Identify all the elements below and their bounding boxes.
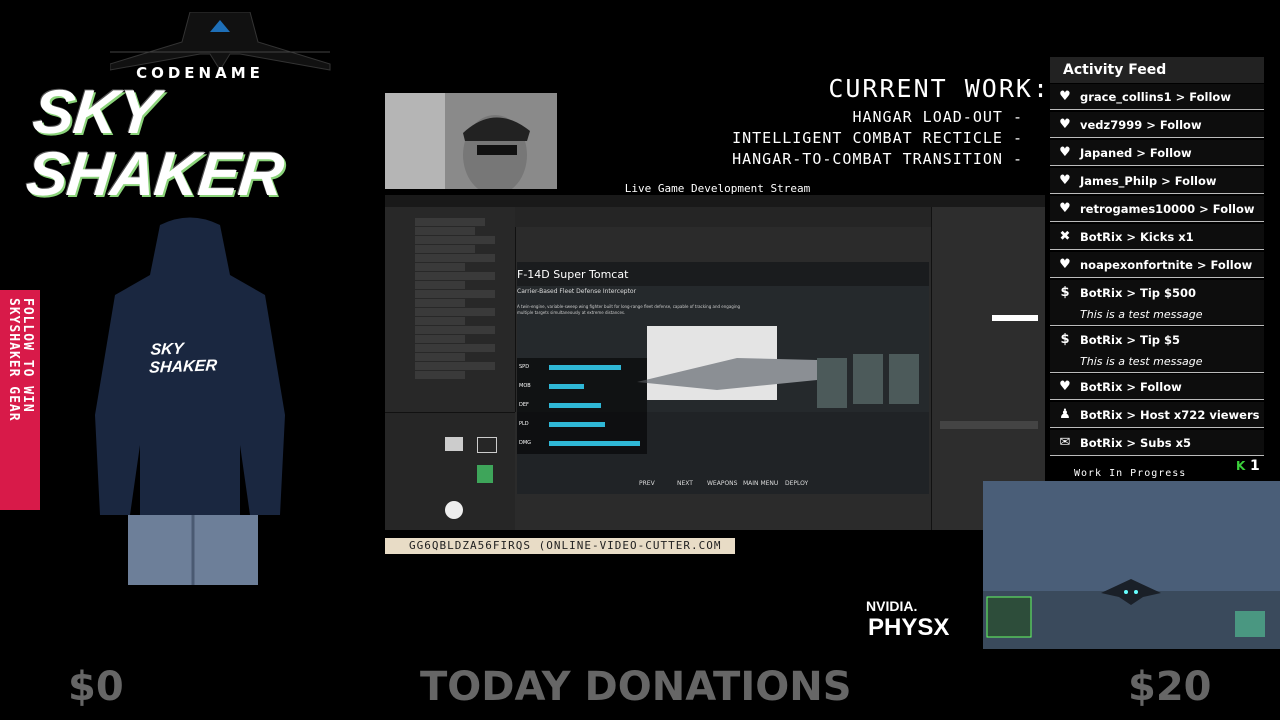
activity-feed-text: BotRix > Follow [1080, 380, 1182, 394]
activity-feed-text: retrogames10000 > Follow [1080, 202, 1255, 216]
nvidia-logo: NVIDIA. [866, 598, 918, 614]
activity-feed-text: Japaned > Follow [1080, 146, 1192, 160]
activity-feed-title: Activity Feed [1050, 57, 1264, 83]
hoodie-print-text: SKY SHAKER [148, 340, 218, 377]
stat-label: DMG [519, 440, 532, 446]
deploy-button[interactable]: DEPLOY [785, 480, 808, 487]
activity-feed-message: This is a test message [1080, 355, 1203, 368]
activity-feed-item: $ BotRix > Tip $5 This is a test message [1050, 327, 1264, 373]
hierarchy-panel[interactable] [385, 207, 516, 412]
webcam-feed [385, 93, 557, 189]
stat-label: MOB [519, 383, 531, 389]
activity-feed-text: vedz7999 > Follow [1080, 118, 1202, 132]
stat-bar [549, 403, 601, 408]
activity-feed-text: BotRix > Subs x5 [1080, 436, 1191, 450]
activity-feed-item: ♥ James_Philp > Follow [1050, 168, 1264, 194]
current-work-title: CURRENT WORK: [828, 74, 1050, 103]
stat-bar [549, 384, 584, 389]
activity-feed-text: BotRix > Tip $5 [1080, 333, 1181, 347]
activity-feed-text: grace_collins1 > Follow [1080, 90, 1231, 104]
money-icon: $ [1060, 285, 1070, 300]
activity-feed-item: ♥ grace_collins1 > Follow [1050, 84, 1264, 110]
activity-feed-item: ✖ BotRix > Kicks x1 [1050, 224, 1264, 250]
activity-feed-item: ♥ noapexonfortnite > Follow [1050, 252, 1264, 278]
stats-panel: SPD MOB DEF PLD DMG [517, 358, 647, 454]
logo-title: SKY SHAKER [23, 78, 287, 209]
activity-feed-item: ♥ Japaned > Follow [1050, 140, 1264, 166]
stat-label: DEF [519, 402, 529, 408]
stat-label: PLD [519, 421, 529, 427]
donations-label: TODAY DONATIONS [420, 664, 852, 710]
stat-bar [549, 441, 640, 446]
current-work-item: INTELLIGENT COMBAT RECTICLE - [732, 129, 1023, 147]
kick-icon: ✖ [1059, 229, 1071, 244]
heart-icon: ♥ [1059, 89, 1071, 104]
follow-banner: FOLLOW TO WIN SKYSHAKER GEAR [0, 290, 40, 510]
stream-title: Live Game Development Stream [624, 182, 811, 195]
game-view: F-14D Super Tomcat Carrier-Based Fleet D… [517, 262, 929, 494]
aircraft-subtitle: Carrier-Based Fleet Defense Interceptor [517, 288, 637, 295]
activity-feed-text: noapexonfortnite > Follow [1080, 258, 1253, 272]
banner-line-2: SKYSHAKER GEAR [6, 298, 21, 422]
ticker-text: GG6QBLDZA56FIRQS (ONLINE-VIDEO-CUTTER.CO… [385, 538, 735, 554]
hoodie-person-image [95, 217, 285, 585]
gift-icon: ✉ [1059, 435, 1071, 450]
aircraft-description: A twin-engine, variable-sweep wing fight… [517, 304, 741, 315]
people-icon: ♟ [1059, 407, 1071, 422]
activity-feed-text: BotRix > Tip $500 [1080, 286, 1197, 300]
wip-label: Work In Progress [1074, 468, 1187, 479]
prev-button[interactable]: PREV [639, 480, 655, 487]
heart-icon: ♥ [1059, 379, 1071, 394]
current-work-item: HANGAR-TO-COMBAT TRANSITION - [732, 150, 1023, 168]
stat-bar [549, 365, 621, 370]
activity-feed-item: ♥ vedz7999 > Follow [1050, 112, 1264, 138]
donations-current: $0 [68, 664, 124, 710]
activity-feed-item: ✉ BotRix > Subs x5 [1050, 430, 1264, 456]
editor-toolbar[interactable] [385, 195, 1045, 207]
physx-logo: PHYSX [868, 614, 950, 641]
wip-count: 1 [1250, 458, 1260, 474]
activity-feed-text: James_Philp > Follow [1080, 174, 1217, 188]
stat-bar [549, 422, 605, 427]
activity-feed-item: ♥ retrogames10000 > Follow [1050, 196, 1264, 222]
game-tab-bar[interactable] [515, 207, 931, 227]
aircraft-title: F-14D Super Tomcat [517, 268, 629, 281]
donations-goal: $20 [1128, 664, 1212, 710]
weapons-button[interactable]: WEAPONS [707, 480, 737, 487]
banner-line-1: FOLLOW TO WIN [20, 298, 35, 413]
activity-feed-text: BotRix > Kicks x1 [1080, 230, 1194, 244]
activity-feed-message: This is a test message [1080, 308, 1203, 321]
activity-feed-text: BotRix > Host x722 viewers [1080, 408, 1260, 422]
stat-label: SPD [519, 364, 530, 370]
heart-icon: ♥ [1059, 201, 1071, 216]
activity-feed-item: $ BotRix > Tip $500 This is a test message [1050, 280, 1264, 326]
heart-icon: ♥ [1059, 145, 1071, 160]
main-menu-button[interactable]: MAIN MENU [743, 480, 778, 487]
project-panel[interactable] [385, 412, 515, 530]
activity-feed-item: ♥ BotRix > Follow [1050, 374, 1264, 400]
kick-logo-icon: K [1236, 459, 1246, 473]
next-button[interactable]: NEXT [677, 480, 693, 487]
heart-icon: ♥ [1059, 257, 1071, 272]
current-work-item: HANGAR LOAD-OUT - [852, 108, 1023, 126]
money-icon: $ [1060, 332, 1070, 347]
game-preview [983, 481, 1280, 649]
activity-feed-item: ♟ BotRix > Host x722 viewers [1050, 402, 1264, 428]
heart-icon: ♥ [1059, 173, 1071, 188]
heart-icon: ♥ [1059, 117, 1071, 132]
